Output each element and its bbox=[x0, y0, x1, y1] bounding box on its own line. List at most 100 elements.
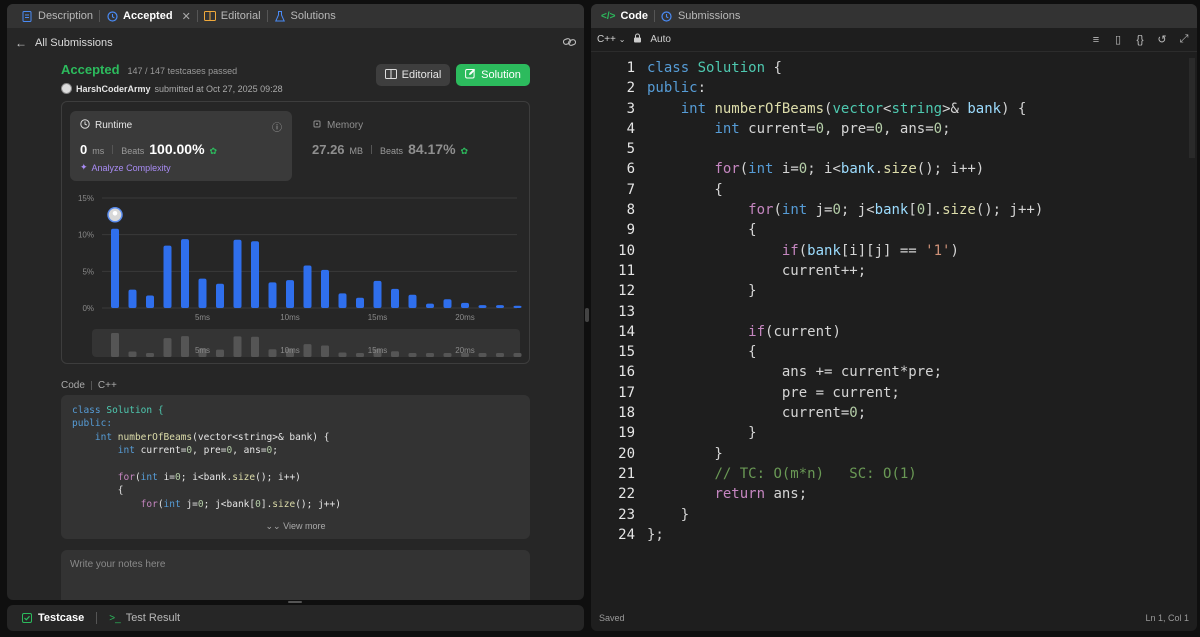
x-tick-label: 15ms bbox=[368, 313, 388, 322]
tab-code-label: Code bbox=[620, 10, 648, 22]
all-submissions-link[interactable]: All Submissions bbox=[35, 37, 113, 49]
tab-description[interactable]: Description bbox=[15, 4, 99, 28]
left-tab-bar: Description Accepted ✕ Editorial Solutio… bbox=[7, 4, 584, 28]
line-number: 1 bbox=[626, 60, 635, 76]
avatar[interactable] bbox=[61, 83, 72, 94]
mini-bar bbox=[233, 336, 242, 357]
line-number: 21 bbox=[618, 465, 635, 482]
bar bbox=[356, 297, 364, 308]
back-arrow-icon[interactable]: ← bbox=[15, 36, 27, 50]
code-line: current=0; bbox=[647, 405, 867, 422]
line-number: 8 bbox=[626, 202, 635, 219]
submitted-time: submitted at Oct 27, 2025 09:28 bbox=[154, 83, 283, 94]
code-preview-line: public: bbox=[72, 418, 113, 430]
y-tick-label: 15% bbox=[78, 194, 94, 203]
code-line: int numberOfBeams(vector<string>& bank) … bbox=[680, 100, 1027, 117]
flask-icon bbox=[274, 10, 286, 22]
code-line: } bbox=[647, 425, 757, 442]
editor-scrollbar[interactable] bbox=[1189, 58, 1195, 158]
code-line: if(bank[i][j] == '1') bbox=[781, 242, 959, 259]
y-tick-label: 5% bbox=[82, 267, 94, 276]
code-line: { bbox=[647, 181, 723, 198]
history-icon bbox=[661, 10, 673, 22]
save-status: Saved bbox=[599, 613, 625, 623]
tab-solutions[interactable]: Solutions bbox=[268, 4, 342, 28]
view-more-button[interactable]: ⌄⌄ View more bbox=[61, 520, 530, 533]
bar bbox=[373, 280, 382, 308]
mini-x-tick-label: 10ms bbox=[280, 346, 300, 355]
mini-bar bbox=[426, 353, 434, 357]
line-number: 13 bbox=[618, 303, 635, 320]
code-line: { bbox=[647, 222, 757, 239]
doc-icon bbox=[21, 10, 33, 22]
bar bbox=[321, 269, 329, 308]
cursor-position: Ln 1, Col 1 bbox=[1145, 613, 1189, 623]
code-line: } bbox=[647, 506, 690, 523]
y-tick-label: 0% bbox=[82, 304, 94, 313]
tab-submissions[interactable]: Submissions bbox=[655, 4, 746, 28]
status-label: Accepted bbox=[61, 62, 120, 77]
format-icon[interactable]: ≡ bbox=[1089, 34, 1103, 46]
code-preview-line bbox=[72, 458, 519, 471]
mini-bar bbox=[111, 333, 119, 357]
notes-input[interactable]: Write your notes here bbox=[61, 550, 530, 600]
tab-testcase[interactable]: Testcase bbox=[15, 605, 90, 631]
code-line: return ans; bbox=[714, 486, 808, 503]
code-section-lang: C++ bbox=[97, 380, 117, 391]
book-icon bbox=[384, 68, 397, 82]
editorial-button[interactable]: Editorial bbox=[376, 64, 450, 86]
mini-bar bbox=[268, 349, 277, 357]
bar bbox=[461, 302, 469, 308]
bar bbox=[181, 239, 189, 308]
code-line: ans += current*pre; bbox=[647, 364, 943, 381]
chevron-down-icon: ⌄ bbox=[618, 35, 626, 44]
language-select[interactable]: C++ ⌄ bbox=[597, 34, 625, 45]
tab-accepted[interactable]: Accepted ✕ bbox=[100, 4, 197, 28]
bar bbox=[303, 265, 312, 308]
username[interactable]: HarshCoderArmy bbox=[76, 84, 151, 94]
code-preview[interactable]: class Solution {public: int numberOfBeam… bbox=[61, 395, 530, 539]
tab-editorial[interactable]: Editorial bbox=[198, 4, 267, 28]
mini-bar bbox=[128, 351, 137, 357]
code-icon: </> bbox=[601, 10, 616, 22]
bar bbox=[426, 303, 434, 308]
mini-bar bbox=[443, 353, 452, 357]
checkbox-icon bbox=[21, 612, 33, 624]
line-number: 10 bbox=[618, 242, 635, 259]
tab-code[interactable]: </> Code bbox=[595, 4, 654, 28]
line-number: 11 bbox=[618, 262, 635, 279]
expand-icon[interactable]: ⤢ bbox=[1177, 33, 1191, 46]
line-number: 7 bbox=[626, 181, 635, 198]
bar bbox=[216, 283, 224, 308]
bar bbox=[128, 289, 137, 308]
code-line: for(int j=0; j<bank[0].size(); j++) bbox=[748, 202, 1044, 219]
solution-button[interactable]: Solution bbox=[456, 64, 530, 86]
tab-test-result[interactable]: >_ Test Result bbox=[103, 605, 186, 631]
mini-bar bbox=[408, 353, 417, 357]
code-editor[interactable]: 1 2 3 4 5 6 7 8 9 10 11 12 13 14 15 16 17 18 19 20 21 22 23 24 … bbox=[591, 58, 1197, 605]
bar bbox=[513, 305, 522, 308]
braces-icon[interactable]: {} bbox=[1133, 34, 1147, 46]
reset-icon[interactable]: ↺ bbox=[1155, 33, 1169, 46]
mini-bar bbox=[146, 353, 154, 357]
line-numbers: 1 2 3 4 5 6 7 8 9 10 11 12 13 14 15 16 17 18 19 20 21 22 23 24 bbox=[591, 58, 637, 545]
code-lines[interactable]: class Solution {public: int numberOfBeam… bbox=[647, 58, 1043, 545]
bar bbox=[198, 278, 207, 308]
lock-icon bbox=[633, 33, 642, 46]
code-line: if(current) bbox=[748, 323, 841, 340]
bookmark-icon[interactable]: ▯ bbox=[1111, 33, 1125, 46]
runtime-distribution-chart[interactable]: 15% 10% 5% 0% 5ms 10ms 15ms 20ms 5ms 10ms 15ms 20ms bbox=[62, 102, 531, 365]
vertical-resize-handle[interactable] bbox=[288, 601, 302, 603]
close-icon[interactable]: ✕ bbox=[182, 10, 191, 23]
link-icon[interactable] bbox=[562, 37, 577, 50]
line-number: 5 bbox=[626, 141, 635, 158]
code-editor-panel: </> Code Submissions C++ ⌄ Auto ≡ ▯ {} ↺… bbox=[591, 4, 1197, 631]
horizontal-resize-handle[interactable] bbox=[585, 308, 589, 322]
line-number: 18 bbox=[618, 405, 635, 422]
code-line: { bbox=[647, 344, 757, 361]
bar bbox=[408, 294, 417, 308]
autocomplete-mode[interactable]: Auto bbox=[650, 34, 671, 45]
mini-x-tick-label: 15ms bbox=[368, 346, 388, 355]
console-tab-bar: Testcase >_ Test Result bbox=[7, 605, 584, 631]
